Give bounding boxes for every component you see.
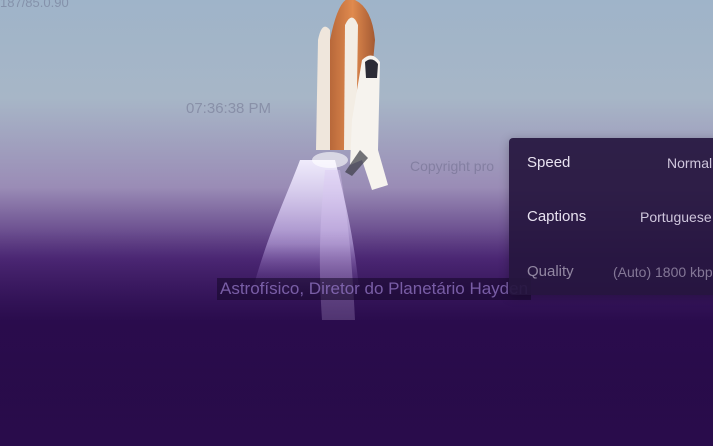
settings-item-quality[interactable]: Quality (Auto) 1800 kbps xyxy=(509,251,713,295)
debug-overlay-text: 187/85.0.90 xyxy=(0,0,69,10)
settings-item-label: Quality xyxy=(527,263,574,280)
video-player[interactable]: 187/85.0.90 07:36:38 PM Copyright pro As… xyxy=(0,0,713,446)
settings-item-value: Normal xyxy=(667,155,713,171)
settings-item-speed[interactable]: Speed Normal xyxy=(509,142,713,186)
caption-text: Astrofísico, Diretor do Planetário Hayde… xyxy=(217,278,532,300)
booster-left xyxy=(316,26,330,151)
settings-item-value: Portuguese xyxy=(640,209,712,225)
clock-overlay-text: 07:36:38 PM xyxy=(186,100,272,117)
settings-menu: Speed Normal Captions Portuguese Quality… xyxy=(509,138,713,295)
copyright-overlay-text: Copyright pro xyxy=(410,158,495,174)
settings-item-label: Captions xyxy=(527,208,587,225)
settings-item-label: Speed xyxy=(527,154,571,171)
settings-item-captions[interactable]: Captions Portuguese xyxy=(509,196,713,240)
settings-item-value: (Auto) 1800 kbps xyxy=(613,264,713,280)
